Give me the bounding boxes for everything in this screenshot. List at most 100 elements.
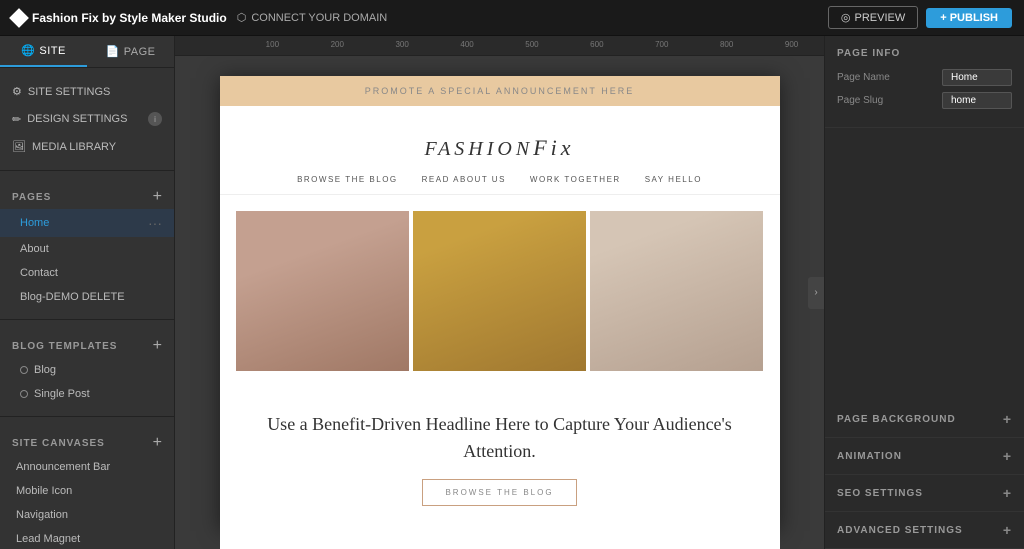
- blog-templates-title: BLOG TEMPLATES: [12, 341, 117, 352]
- page-info-title: PAGE INFO: [837, 48, 1012, 59]
- advanced-settings-section[interactable]: ADVANCED SETTINGS +: [825, 512, 1024, 549]
- tab-site-label: SITE: [39, 45, 65, 57]
- site-settings-label: SITE SETTINGS: [28, 86, 111, 98]
- site-canvases-section: SITE CANVASES + Announcement Bar Mobile …: [0, 417, 174, 549]
- canvas-lead-magnet[interactable]: Lead Magnet: [0, 527, 174, 549]
- blog-templates-section: BLOG TEMPLATES + Blog Single Post: [0, 320, 174, 417]
- about-label: About: [20, 243, 49, 255]
- nav-read-about[interactable]: READ ABOUT US: [422, 175, 506, 184]
- page-background-toggle-icon: +: [1003, 411, 1012, 427]
- pencil-icon: ✏: [12, 113, 21, 126]
- blog-templates-header: BLOG TEMPLATES +: [0, 330, 174, 358]
- design-settings-item[interactable]: ✏ DESIGN SETTINGS i: [0, 105, 174, 133]
- page-background-label: PAGE BACKGROUND: [837, 414, 956, 425]
- hero-image-1: [236, 211, 409, 371]
- publish-button[interactable]: + PUBLISH: [926, 8, 1012, 28]
- blog-template-single-post[interactable]: Single Post: [0, 382, 174, 406]
- pages-section: PAGES + Home ··· About Contact Blog-DEMO…: [0, 171, 174, 320]
- site-nav: BROWSE THE BLOG READ ABOUT US WORK TOGET…: [250, 175, 750, 184]
- blog-circle-icon: [20, 366, 28, 374]
- connect-domain-button[interactable]: ⬡ CONNECT YOUR DOMAIN: [237, 11, 388, 24]
- browse-blog-button[interactable]: BROWSE THE BLOG: [422, 479, 576, 506]
- link-icon: ⬡: [237, 11, 247, 24]
- media-library-label: MEDIA LIBRARY: [32, 141, 116, 153]
- media-library-item[interactable]: 🖼 MEDIA LIBRARY: [0, 133, 174, 160]
- page-name-label: Page Name: [837, 72, 890, 83]
- site-settings-item[interactable]: ⚙ SITE SETTINGS: [0, 78, 174, 105]
- diamond-icon: [9, 8, 29, 28]
- tab-page-label: PAGE: [124, 46, 156, 58]
- nav-work-together[interactable]: WORK TOGETHER: [530, 175, 621, 184]
- page-slug-value[interactable]: home: [942, 92, 1012, 109]
- add-canvas-button[interactable]: +: [153, 435, 162, 451]
- globe-icon: 🌐: [21, 44, 35, 57]
- design-settings-label: DESIGN SETTINGS: [27, 113, 127, 125]
- tab-site[interactable]: 🌐 SITE: [0, 36, 87, 67]
- animation-toggle-icon: +: [1003, 448, 1012, 464]
- pages-header: PAGES +: [0, 181, 174, 209]
- canvas-area[interactable]: PROMOTE A SPECIAL ANNOUNCEMENT HERE FASH…: [175, 56, 824, 549]
- canvas-navigation[interactable]: Navigation: [0, 503, 174, 527]
- browse-blog-label: BROWSE THE BLOG: [445, 488, 553, 497]
- pages-title: PAGES: [12, 192, 51, 203]
- seo-toggle-icon: +: [1003, 485, 1012, 501]
- single-post-label: Single Post: [34, 388, 90, 400]
- page-info-section: PAGE INFO Page Name Home Page Slug home: [825, 36, 1024, 128]
- page-item-about[interactable]: About: [0, 237, 174, 261]
- announcement-bar-label: Announcement Bar: [16, 461, 110, 473]
- page-options-icon[interactable]: ···: [148, 215, 162, 231]
- nav-browse-blog[interactable]: BROWSE THE BLOG: [297, 175, 398, 184]
- main-with-right: 100 200 300 400 500 600 700 800 900 PROM…: [175, 36, 1024, 549]
- icons-row: [220, 530, 780, 549]
- navigation-label: Navigation: [16, 509, 68, 521]
- gear-icon: ⚙: [12, 85, 22, 98]
- connect-domain-label: CONNECT YOUR DOMAIN: [251, 12, 387, 24]
- eye-icon: ◎: [841, 11, 851, 24]
- top-bar: Fashion Fix by Style Maker Studio ⬡ CONN…: [0, 0, 1024, 36]
- site-canvases-title: SITE CANVASES: [12, 438, 105, 449]
- page-canvas: PROMOTE A SPECIAL ANNOUNCEMENT HERE FASH…: [220, 76, 780, 529]
- app-title: Fashion Fix by Style Maker Studio: [32, 11, 227, 25]
- seo-settings-section[interactable]: SEO SETTINGS +: [825, 475, 1024, 512]
- animation-section[interactable]: ANIMATION +: [825, 438, 1024, 475]
- panel-collapse-button[interactable]: ›: [808, 277, 824, 309]
- panel-spacer: [825, 128, 1024, 401]
- ruler-tick-900: 900: [785, 40, 798, 49]
- hero-image-2: [413, 211, 586, 371]
- canvas-mobile-icon[interactable]: Mobile Icon: [0, 479, 174, 503]
- ruler-tick-600: 600: [590, 40, 603, 49]
- hero-images: [220, 195, 780, 387]
- animation-label: ANIMATION: [837, 451, 902, 462]
- logo-script: Fix: [533, 135, 574, 160]
- announce-bar: PROMOTE A SPECIAL ANNOUNCEMENT HERE: [220, 76, 780, 106]
- right-panel: PAGE INFO Page Name Home Page Slug home …: [824, 36, 1024, 549]
- page-slug-row: Page Slug home: [837, 92, 1012, 109]
- nav-say-hello[interactable]: SAY HELLO: [645, 175, 702, 184]
- ruler-tick-200: 200: [331, 40, 344, 49]
- logo-text: FASHION: [424, 138, 533, 160]
- headline-section: Use a Benefit-Driven Headline Here to Ca…: [220, 387, 780, 530]
- tab-page[interactable]: 📄 PAGE: [87, 36, 174, 67]
- seo-settings-label: SEO SETTINGS: [837, 488, 923, 499]
- page-item-home[interactable]: Home ···: [0, 209, 174, 237]
- site-header: FASHIONFix BROWSE THE BLOG READ ABOUT US…: [220, 106, 780, 195]
- announce-text: PROMOTE A SPECIAL ANNOUNCEMENT HERE: [365, 86, 635, 96]
- nav-section: ⚙ SITE SETTINGS ✏ DESIGN SETTINGS i 🖼 ME…: [0, 68, 174, 171]
- advanced-settings-label: ADVANCED SETTINGS: [837, 525, 963, 536]
- page-item-contact[interactable]: Contact: [0, 261, 174, 285]
- blog-demo-label: Blog-DEMO DELETE: [20, 291, 125, 303]
- ruler-tick-800: 800: [720, 40, 733, 49]
- mobile-icon-label: Mobile Icon: [16, 485, 72, 497]
- add-page-button[interactable]: +: [153, 189, 162, 205]
- blog-template-blog[interactable]: Blog: [0, 358, 174, 382]
- add-blog-template-button[interactable]: +: [153, 338, 162, 354]
- page-name-value[interactable]: Home: [942, 69, 1012, 86]
- page-background-section[interactable]: PAGE BACKGROUND +: [825, 401, 1024, 438]
- site-logo: FASHIONFix: [250, 126, 750, 163]
- sidebar: 🌐 SITE 📄 PAGE ⚙ SITE SETTINGS ✏ DESIGN S…: [0, 36, 175, 549]
- canvas-announcement-bar[interactable]: Announcement Bar: [0, 455, 174, 479]
- preview-button[interactable]: ◎ PREVIEW: [828, 6, 918, 29]
- advanced-toggle-icon: +: [1003, 522, 1012, 538]
- blog-label: Blog: [34, 364, 56, 376]
- page-item-blog-demo[interactable]: Blog-DEMO DELETE: [0, 285, 174, 309]
